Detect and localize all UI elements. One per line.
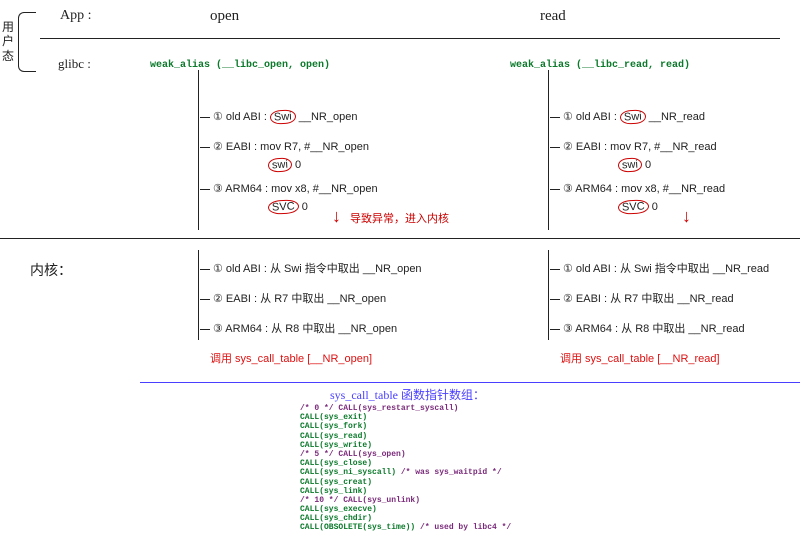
vline-open bbox=[198, 70, 199, 230]
swi-circled: Swi bbox=[620, 109, 646, 124]
vline-read-kern bbox=[548, 250, 549, 340]
zero: 0 bbox=[652, 201, 658, 213]
svc-circled: SVC bbox=[618, 199, 649, 215]
weak-alias-open: weak_alias (__libc_open, open) bbox=[150, 60, 330, 71]
code-line: CALL(sys_chdir) bbox=[300, 514, 511, 523]
open-arm64: ③ ARM64 : mov x8, #__NR_open bbox=[200, 182, 378, 195]
label: ② EABI : bbox=[213, 141, 257, 153]
swi-circled: Swi bbox=[270, 109, 296, 124]
open-kern-oldabi: ① old ABI : 从 Swi 指令中取出 __NR_open bbox=[200, 260, 422, 276]
sys-call-table-title: sys_call_table 函数指针数组： bbox=[330, 386, 485, 403]
open-eabi-line2: swi 0 bbox=[268, 158, 301, 172]
open-eabi: ② EABI : mov R7, #__NR_open bbox=[200, 140, 369, 153]
swi-circled: swi bbox=[618, 157, 643, 172]
code-line: CALL(sys_execve) bbox=[300, 505, 511, 514]
row-label-app: App : bbox=[60, 8, 92, 24]
code-comment: /* was sys_waitpid */ bbox=[396, 468, 502, 477]
divider-app bbox=[40, 38, 780, 39]
mov: mov R7, #__NR_open bbox=[260, 141, 369, 153]
sys-call-table-code: /* 0 */ CALL(sys_restart_syscall) CALL(s… bbox=[300, 404, 511, 533]
code-line: /* 10 */ CALL(sys_unlink) bbox=[300, 496, 420, 505]
zero: 0 bbox=[645, 159, 651, 171]
vline-read bbox=[548, 70, 549, 230]
label: ③ ARM64 : bbox=[213, 183, 268, 195]
mov: mov R7, #__NR_read bbox=[610, 141, 716, 153]
code-line: CALL(OBSOLETE(sys_time)) bbox=[300, 523, 415, 532]
mov: mov x8, #__NR_read bbox=[621, 183, 725, 195]
read-kern-oldabi: ① old ABI : 从 Swi 指令中取出 __NR_read bbox=[550, 260, 769, 276]
call-open: 调用 sys_call_table [__NR_open] bbox=[210, 350, 372, 366]
code-line: CALL(sys_ni_syscall) bbox=[300, 468, 396, 477]
read-arm64: ③ ARM64 : mov x8, #__NR_read bbox=[550, 182, 725, 195]
code-line: /* 0 */ CALL(sys_restart_syscall) bbox=[300, 404, 458, 413]
zero: 0 bbox=[302, 201, 308, 213]
arrow-down-icon: ↓ bbox=[332, 206, 341, 227]
open-oldabi: ① old ABI : Swi __NR_open bbox=[200, 110, 357, 124]
code-line: CALL(sys_read) bbox=[300, 432, 511, 441]
read-arm64-line2: SVC 0 bbox=[618, 200, 658, 214]
label: ① old ABI : bbox=[563, 111, 617, 123]
read-kern-arm64: ③ ARM64 : 从 R8 中取出 __NR_read bbox=[550, 320, 745, 336]
user-space-label: 用 户 态 bbox=[2, 20, 14, 63]
open-kern-eabi: ② EABI : 从 R7 中取出 __NR_open bbox=[200, 290, 386, 306]
code-line: CALL(sys_link) bbox=[300, 487, 511, 496]
read-eabi: ② EABI : mov R7, #__NR_read bbox=[550, 140, 717, 153]
call-read: 调用 sys_call_table [__NR_read] bbox=[560, 350, 720, 366]
code-line: /* 5 */ CALL(sys_open) bbox=[300, 450, 406, 459]
arrow-down-icon: ↓ bbox=[682, 206, 691, 227]
divider-kernel bbox=[0, 238, 800, 239]
code-line: CALL(sys_write) bbox=[300, 441, 511, 450]
read-oldabi: ① old ABI : Swi __NR_read bbox=[550, 110, 705, 124]
read-eabi-line2: swi 0 bbox=[618, 158, 651, 172]
label: ② EABI : bbox=[563, 141, 607, 153]
red-note-exception: 导致异常，进入内核 bbox=[350, 210, 449, 226]
code-line: CALL(sys_creat) bbox=[300, 478, 511, 487]
row-label-glibc: glibc : bbox=[58, 56, 91, 72]
nr: __NR_open bbox=[299, 111, 358, 123]
user-space-bracket bbox=[18, 12, 36, 72]
divider-table bbox=[140, 382, 800, 383]
code-line: CALL(sys_close) bbox=[300, 459, 511, 468]
col-head-read: read bbox=[540, 8, 566, 25]
label: ① old ABI : bbox=[213, 111, 267, 123]
code-line: CALL(sys_fork) bbox=[300, 422, 511, 431]
row-label-kernel: 内核： bbox=[30, 260, 72, 280]
nr: __NR_read bbox=[649, 111, 705, 123]
zero: 0 bbox=[295, 159, 301, 171]
mov: mov x8, #__NR_open bbox=[271, 183, 377, 195]
col-head-open: open bbox=[210, 8, 239, 25]
code-comment: /* used by libc4 */ bbox=[415, 523, 511, 532]
swi-circled: swi bbox=[268, 157, 293, 172]
weak-alias-read: weak_alias (__libc_read, read) bbox=[510, 60, 690, 71]
svc-circled: SVC bbox=[268, 199, 299, 215]
open-kern-arm64: ③ ARM64 : 从 R8 中取出 __NR_open bbox=[200, 320, 397, 336]
code-line: CALL(sys_exit) bbox=[300, 413, 511, 422]
open-arm64-line2: SVC 0 bbox=[268, 200, 308, 214]
vline-open-kern bbox=[198, 250, 199, 340]
label: ③ ARM64 : bbox=[563, 183, 618, 195]
read-kern-eabi: ② EABI : 从 R7 中取出 __NR_read bbox=[550, 290, 734, 306]
